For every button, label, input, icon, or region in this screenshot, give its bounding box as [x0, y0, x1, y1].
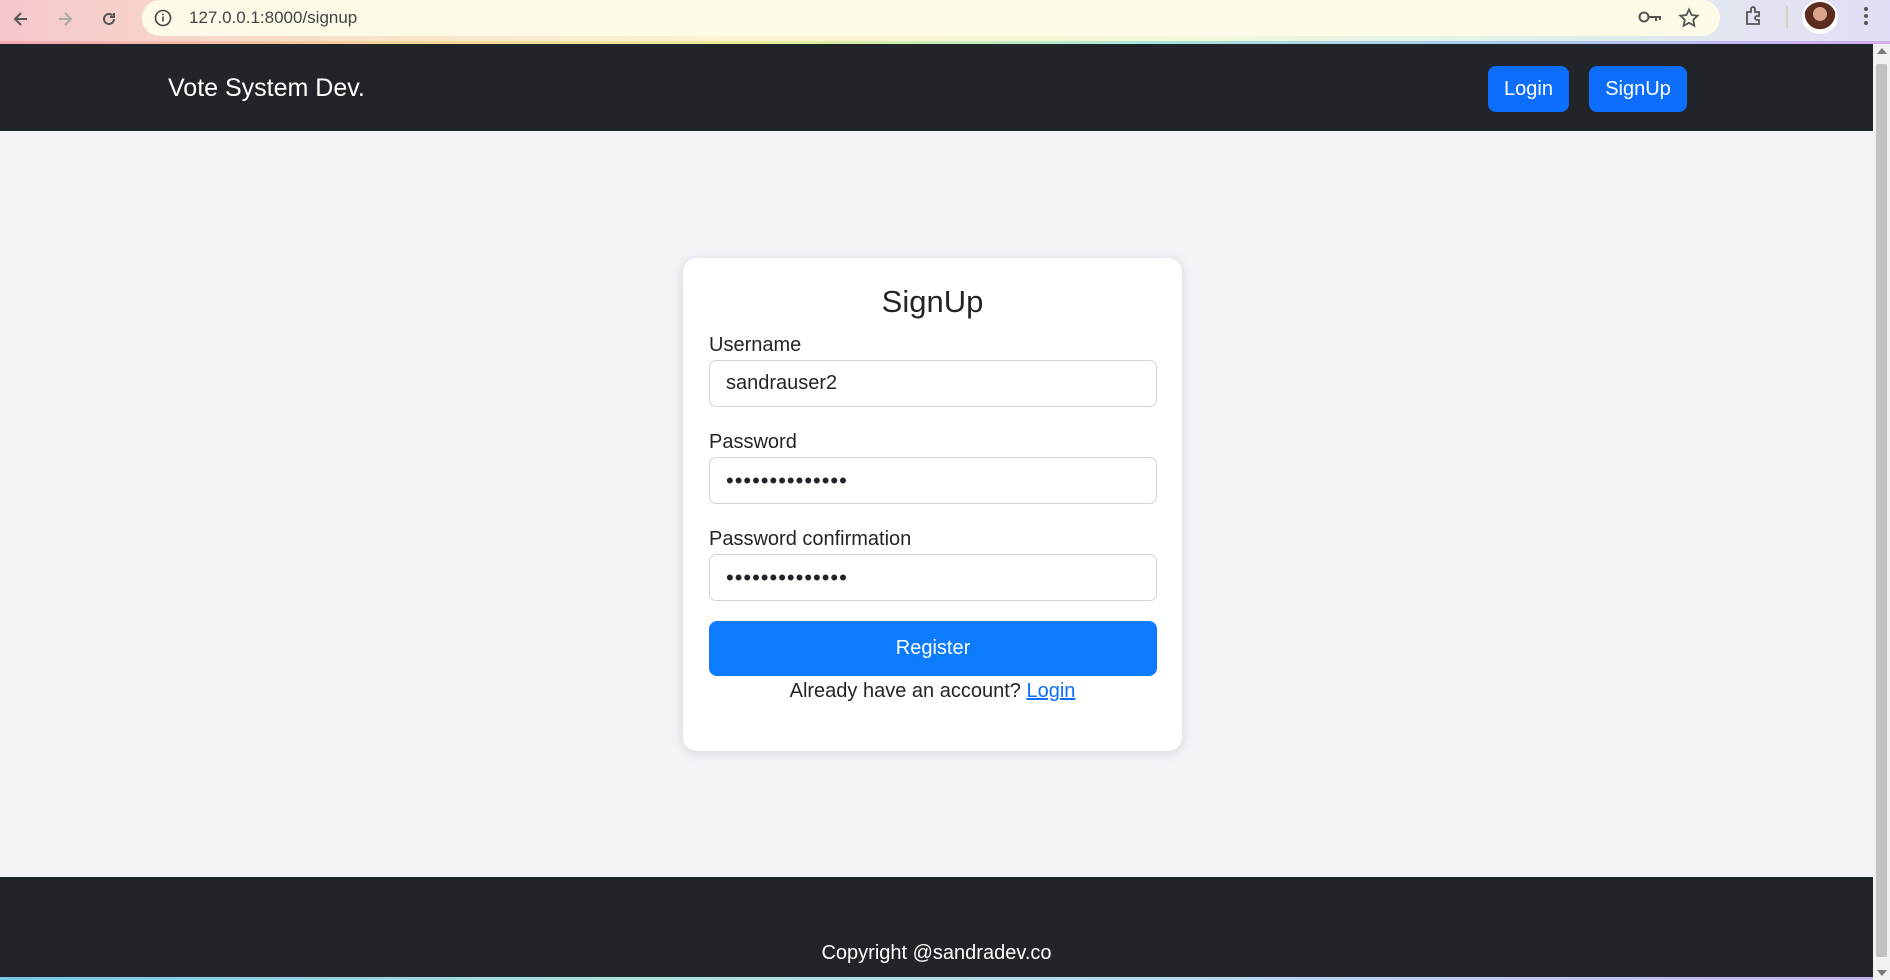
register-button[interactable]: Register [709, 621, 1157, 676]
scroll-thumb[interactable] [1876, 64, 1887, 957]
scroll-up-arrow-icon[interactable] [1877, 48, 1887, 54]
toolbar-divider [1786, 6, 1788, 28]
site-info-icon[interactable] [154, 9, 172, 27]
address-bar[interactable]: 127.0.0.1:8000/signup [142, 0, 1720, 36]
back-icon[interactable] [6, 4, 36, 34]
browser-toolbar: 127.0.0.1:8000/signup [0, 0, 1890, 44]
password-confirmation-input[interactable]: •••••••••••••• [709, 554, 1157, 601]
scroll-down-arrow-icon[interactable] [1877, 970, 1887, 976]
profile-avatar[interactable] [1802, 0, 1838, 34]
more-menu-icon[interactable] [1860, 4, 1872, 33]
extensions-icon[interactable] [1742, 4, 1766, 33]
reload-icon[interactable] [94, 4, 124, 34]
page-scrollbar[interactable] [1873, 44, 1890, 980]
username-input[interactable]: sandrauser2 [709, 360, 1157, 407]
already-account-label: Already have an account? [789, 680, 1021, 702]
bookmark-star-icon[interactable] [1678, 7, 1700, 34]
nav-login-button[interactable]: Login [1488, 66, 1569, 112]
site-navbar: Vote System Dev. Login SignUp [0, 44, 1873, 131]
login-link[interactable]: Login [1026, 680, 1075, 702]
already-account-text: Already have an account? Login [683, 680, 1182, 703]
signup-card: SignUp Username sandrauser2 Password •••… [683, 258, 1182, 751]
forward-icon[interactable] [50, 4, 80, 34]
password-key-icon[interactable] [1638, 8, 1664, 31]
site-footer: Copyright @sandradev.co [0, 877, 1873, 980]
nav-signup-button[interactable]: SignUp [1589, 66, 1687, 112]
username-label: Username [709, 334, 802, 356]
copyright-text: Copyright @sandradev.co [821, 942, 1052, 964]
password-input[interactable]: •••••••••••••• [709, 457, 1157, 504]
form-title: SignUp [881, 284, 984, 319]
brand-title[interactable]: Vote System Dev. [168, 74, 365, 103]
password-label: Password [709, 431, 797, 453]
password-confirmation-label: Password confirmation [709, 528, 912, 550]
url-text: 127.0.0.1:8000/signup [189, 8, 358, 27]
